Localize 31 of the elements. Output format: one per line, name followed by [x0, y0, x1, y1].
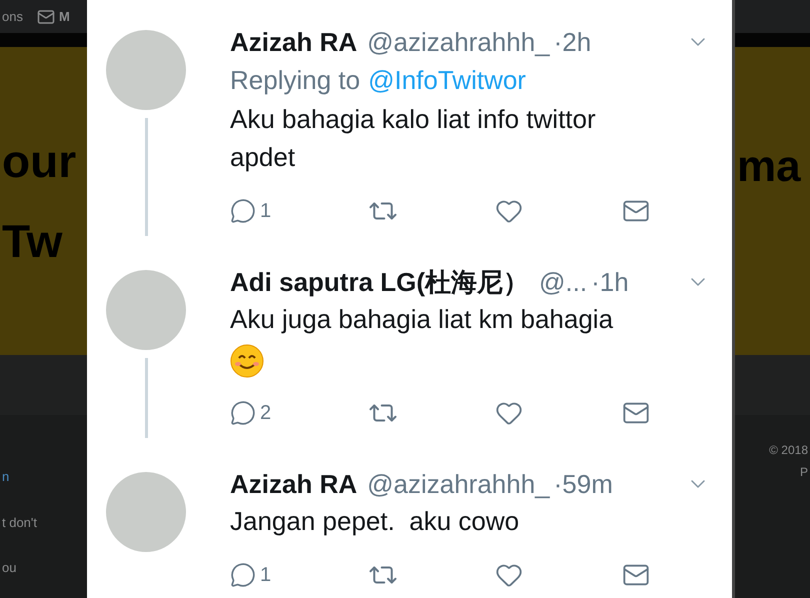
- banner-text: Tw: [2, 214, 64, 269]
- replying-to-label: Replying to: [230, 64, 360, 97]
- reply-icon[interactable]: [230, 198, 256, 224]
- nav-text[interactable]: ons: [0, 6, 23, 26]
- user-handle[interactable]: @azizahrahhh_: [367, 466, 550, 502]
- tweet-time[interactable]: ·1h: [591, 264, 629, 300]
- display-name[interactable]: Azizah RA: [230, 466, 358, 502]
- mail-icon[interactable]: [36, 8, 55, 26]
- user-handle[interactable]: @...: [539, 264, 588, 300]
- tweet-text: Aku bahagia kalo liat info twittor apdet: [230, 103, 597, 174]
- user-handle[interactable]: @azizahrahhh_: [367, 24, 550, 60]
- body-text: t don't: [2, 514, 38, 532]
- reply-count: 1: [260, 563, 272, 588]
- footer-text: © 2018: [769, 442, 808, 459]
- mention-link[interactable]: @InfoTwitwor: [368, 60, 526, 100]
- tweet-time[interactable]: ·2h: [554, 24, 592, 60]
- reply-icon[interactable]: [230, 400, 256, 426]
- display-name[interactable]: Azizah RA: [230, 24, 358, 60]
- banner-text: ma: [736, 141, 802, 193]
- tweet-text: Aku juga bahagia liat km bahagia: [230, 303, 614, 336]
- link-text[interactable]: n: [2, 467, 10, 486]
- reply-icon[interactable]: [230, 562, 256, 588]
- body-text: ou: [2, 559, 16, 577]
- nav-text[interactable]: M: [58, 6, 70, 26]
- display-name[interactable]: Adi saputra LG(杜海尼）: [230, 264, 530, 300]
- tweet-time[interactable]: ·59m: [554, 466, 613, 502]
- reply-count: 1: [260, 199, 272, 224]
- banner-text: our: [2, 134, 78, 189]
- footer-text: P: [800, 464, 808, 481]
- reply-count: 2: [260, 401, 272, 426]
- tweet-text: Jangan pepet. aku cowo: [230, 505, 520, 538]
